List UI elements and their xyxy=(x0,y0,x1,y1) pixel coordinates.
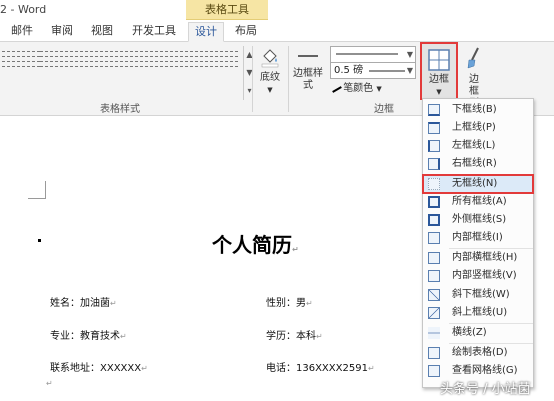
paragraph-mark: ↵ xyxy=(316,332,323,341)
paragraph-mark: ↵ xyxy=(292,245,299,254)
diagonal-down-icon xyxy=(428,289,440,301)
row-3-left[interactable]: 联系地址：XXXXXX↵ xyxy=(50,359,148,374)
no-border-icon xyxy=(428,178,440,190)
line-weight-value: 0.5 磅 xyxy=(334,65,364,76)
group-separator xyxy=(288,46,289,112)
menu-item-top-border[interactable]: 上框线(P) xyxy=(423,119,533,137)
view-gridlines-icon xyxy=(428,365,440,377)
row-1-right[interactable]: 性别：男↵ xyxy=(266,294,313,309)
menu-item-inside-vertical[interactable]: 内部竖框线(V) xyxy=(423,267,533,285)
menu-item-bottom-border[interactable]: 下框线(B) xyxy=(423,101,533,119)
menu-item-all-borders[interactable]: 所有框线(A) xyxy=(423,193,533,211)
table-anchor-dot xyxy=(38,239,41,242)
paragraph-mark: ↵ xyxy=(141,364,148,373)
table-tools-label: 表格工具 xyxy=(186,0,268,20)
table-style-2[interactable] xyxy=(40,48,78,78)
border-styles-button[interactable]: 边框样式 xyxy=(292,46,324,98)
borders-group-label: 边框 xyxy=(374,104,394,115)
diagonal-up-icon xyxy=(428,307,440,319)
table-style-3[interactable] xyxy=(80,48,118,78)
border-right-icon xyxy=(428,158,440,170)
row-2-left[interactable]: 专业：教育技术↵ xyxy=(50,327,127,342)
paragraph-mark: ↵ xyxy=(367,364,375,373)
border-painter-button[interactable]: 边框刷 xyxy=(462,46,486,109)
table-styles-group-label: 表格样式 xyxy=(100,104,140,115)
menu-item-right-border[interactable]: 右框线(R) xyxy=(423,155,533,173)
horizontal-line-icon xyxy=(428,327,440,339)
border-left-icon xyxy=(428,140,440,152)
gallery-scrollbar[interactable]: ▲ ▼ ▾ xyxy=(243,46,255,100)
menu-item-draw-table[interactable]: 绘制表格(D) xyxy=(423,344,533,362)
draw-table-icon xyxy=(428,347,440,359)
paragraph-mark: ↵ xyxy=(120,332,127,341)
resume-title[interactable]: 个人简历↵ xyxy=(212,229,299,258)
chevron-down-icon: ▼ xyxy=(406,50,413,59)
table-style-6[interactable] xyxy=(200,48,238,78)
document-page[interactable]: 个人简历↵ 姓名：加油菌↵ 性别：男↵ 专业：教育技术↵ 学历：本科↵ 联系地址… xyxy=(0,117,420,401)
watermark: 头条号 / 小站菌 xyxy=(440,382,531,397)
pen-icon xyxy=(328,79,342,93)
menu-item-horizontal-line[interactable]: 横线(Z) xyxy=(423,324,533,342)
inside-horizontal-icon xyxy=(428,252,440,264)
inside-borders-icon xyxy=(428,232,440,244)
chevron-down-icon: ▼ xyxy=(267,86,273,94)
table-style-1[interactable] xyxy=(2,48,40,78)
menu-item-inside-horizontal[interactable]: 内部横框线(H) xyxy=(423,249,533,267)
table-style-4[interactable] xyxy=(120,48,158,78)
crop-mark xyxy=(28,181,46,199)
border-style-sample-icon xyxy=(298,55,318,57)
line-weight-dropdown[interactable]: 0.5 磅 ▼ xyxy=(330,62,416,79)
line-weight-sample xyxy=(369,70,405,72)
menu-item-diagonal-up[interactable]: 斜上框线(U) xyxy=(423,304,533,322)
row-3-right[interactable]: 电话：136XXXX2591↵ xyxy=(266,359,375,374)
line-style-sample xyxy=(336,53,398,55)
row-2-right[interactable]: 学历：本科↵ xyxy=(266,327,323,342)
shading-button[interactable]: 底纹 ▼ xyxy=(256,46,284,96)
chevron-down-icon: ▼ xyxy=(376,85,382,93)
tab-mailings[interactable]: 邮件 xyxy=(6,22,38,42)
scroll-up-icon[interactable]: ▲ xyxy=(244,46,255,64)
outside-borders-icon xyxy=(428,214,440,226)
menu-item-inside-borders[interactable]: 内部框线(I) xyxy=(423,229,533,247)
title-bar: 2 - Word 表格工具 xyxy=(0,0,554,20)
paragraph-mark: ↵ xyxy=(110,299,117,308)
border-bottom-icon xyxy=(428,104,440,116)
line-style-dropdown[interactable]: ▼ xyxy=(330,46,416,63)
menu-item-diagonal-down[interactable]: 斜下框线(W) xyxy=(423,286,533,304)
paragraph-mark: ↵ xyxy=(46,379,53,388)
all-borders-icon xyxy=(428,196,440,208)
menu-item-no-border[interactable]: 无框线(N) xyxy=(422,174,534,194)
tab-view[interactable]: 视图 xyxy=(86,22,118,42)
paragraph-mark: ↵ xyxy=(306,299,313,308)
chevron-down-icon: ▼ xyxy=(406,66,413,75)
tab-developer[interactable]: 开发工具 xyxy=(128,22,180,42)
paint-bucket-icon xyxy=(261,49,279,68)
shading-label: 底纹 xyxy=(260,72,280,83)
ribbon-tabs: 邮件 审阅 视图 开发工具 设计 布局 xyxy=(0,20,554,42)
menu-item-outside-borders[interactable]: 外侧框线(S) xyxy=(423,211,533,229)
border-styles-label: 边框样式 xyxy=(293,68,323,91)
chevron-down-icon: ▼ xyxy=(436,88,442,96)
tab-review[interactable]: 审阅 xyxy=(46,22,78,42)
window-title: 2 - Word xyxy=(0,3,47,16)
tab-design[interactable]: 设计 xyxy=(188,22,224,42)
borders-button[interactable]: 边框 ▼ xyxy=(420,42,458,100)
group-separator xyxy=(252,46,253,112)
table-style-5[interactable] xyxy=(160,48,198,78)
gallery-more-icon[interactable]: ▾ xyxy=(244,82,255,100)
menu-item-left-border[interactable]: 左框线(L) xyxy=(423,137,533,155)
border-top-icon xyxy=(428,122,440,134)
tab-layout[interactable]: 布局 xyxy=(230,22,262,42)
brush-icon xyxy=(467,47,479,69)
borders-label: 边框 xyxy=(429,74,449,85)
borders-dropdown-menu: 下框线(B) 上框线(P) 左框线(L) 右框线(R) 无框线(N) 所有框线(… xyxy=(422,98,534,388)
pen-color-button[interactable]: 笔颜色 ▼ xyxy=(328,79,416,95)
inside-vertical-icon xyxy=(428,270,440,282)
row-1-left[interactable]: 姓名：加油菌↵ xyxy=(50,294,117,309)
all-borders-icon xyxy=(428,49,450,71)
scroll-down-icon[interactable]: ▼ xyxy=(244,64,255,82)
pen-color-label: 笔颜色 xyxy=(343,83,374,94)
